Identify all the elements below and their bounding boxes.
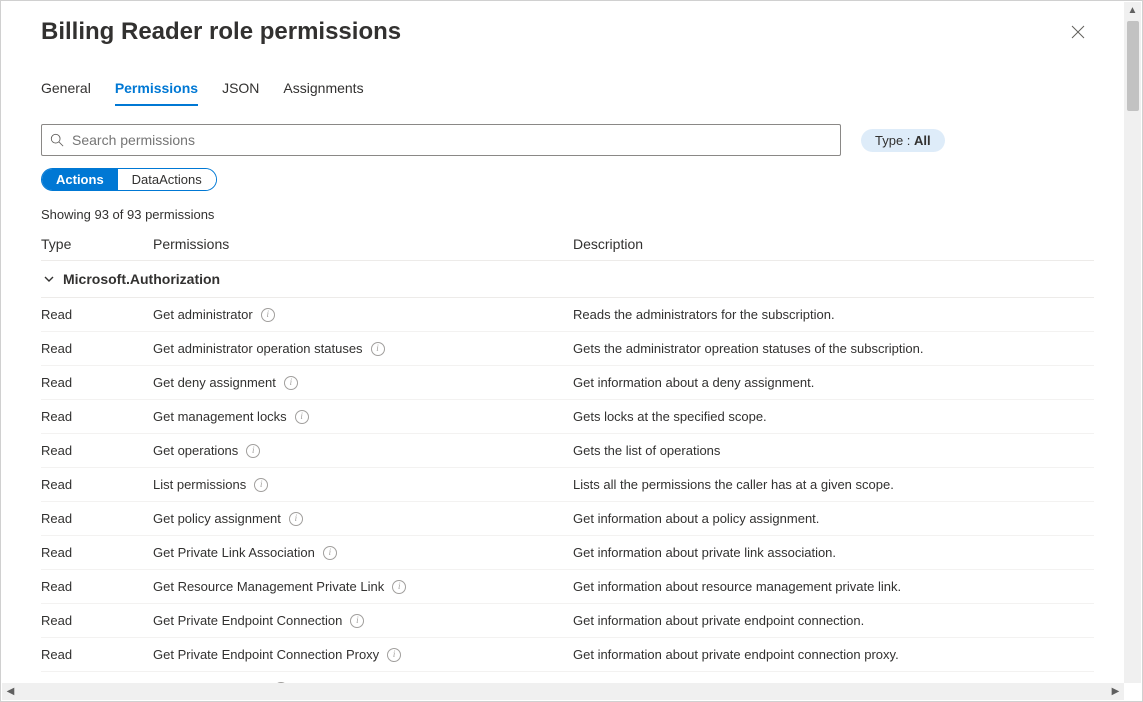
row-description: Get information about a deny assignment. <box>573 375 1094 390</box>
search-box[interactable] <box>41 124 841 156</box>
tab-json[interactable]: JSON <box>222 74 259 106</box>
row-description: Get information about a policy assignmen… <box>573 511 1094 526</box>
row-description: Get information about private endpoint c… <box>573 613 1094 628</box>
row-type: Read <box>41 307 153 322</box>
chevron-down-icon <box>43 273 55 285</box>
table-row[interactable]: ReadGet policy definitioniGet informatio… <box>41 672 1094 683</box>
info-icon[interactable]: i <box>289 512 303 526</box>
row-permission: List permissions <box>153 477 246 492</box>
table-header: Type Permissions Description <box>41 230 1094 261</box>
type-filter-label: Type : <box>875 133 914 148</box>
search-icon <box>50 133 64 147</box>
row-permission: Get management locks <box>153 409 287 424</box>
info-icon[interactable]: i <box>284 376 298 390</box>
row-permission: Get Private Endpoint Connection Proxy <box>153 647 379 662</box>
row-type: Read <box>41 613 153 628</box>
scroll-thumb[interactable] <box>1127 21 1139 111</box>
group-row[interactable]: Microsoft.Authorization <box>41 261 1094 298</box>
table-row[interactable]: ReadGet deny assignment i Get information … <box>41 366 1094 400</box>
row-type: Read <box>41 341 153 356</box>
group-name: Microsoft.Authorization <box>63 271 220 287</box>
scroll-left-icon[interactable]: ◀ <box>2 683 19 700</box>
row-description: Lists all the permissions the caller has… <box>573 477 1094 492</box>
row-description: Gets locks at the specified scope. <box>573 409 1094 424</box>
table-row[interactable]: ReadGet Private Endpoint Connection i Get … <box>41 604 1094 638</box>
tab-general[interactable]: General <box>41 74 91 106</box>
row-type: Read <box>41 375 153 390</box>
row-type: Read <box>41 443 153 458</box>
table-row[interactable]: ReadGet administrator i Reads the administ… <box>41 298 1094 332</box>
table-row[interactable]: ReadGet Private Endpoint Connection Prox… <box>41 638 1094 672</box>
type-filter-value: All <box>914 133 931 148</box>
row-type: Read <box>41 511 153 526</box>
main-panel: Billing Reader role permissions General … <box>11 2 1124 683</box>
info-icon[interactable]: i <box>392 580 406 594</box>
row-type: Read <box>41 477 153 492</box>
table-row[interactable]: ReadGet management locks i Gets locks at t… <box>41 400 1094 434</box>
horizontal-scrollbar[interactable]: ◀ ▶ <box>2 683 1124 700</box>
vertical-scrollbar[interactable]: ▲ <box>1124 2 1141 683</box>
toggle-actions[interactable]: Actions <box>42 169 118 190</box>
row-description: Get information about resource managemen… <box>573 579 1094 594</box>
tabs: General Permissions JSON Assignments <box>41 74 1094 106</box>
table-row[interactable]: ReadGet policy assignment i Get informatio… <box>41 502 1094 536</box>
row-permission: Get Private Link Association <box>153 545 315 560</box>
row-permission: Get policy assignment <box>153 511 281 526</box>
info-icon[interactable]: i <box>254 478 268 492</box>
info-icon[interactable]: i <box>323 546 337 560</box>
table-row[interactable]: ReadGet Resource Management Private Link… <box>41 570 1094 604</box>
page-title: Billing Reader role permissions <box>41 18 1094 46</box>
row-permission: Get administrator <box>153 307 253 322</box>
table-row[interactable]: ReadGet operations i Gets the list of oper… <box>41 434 1094 468</box>
type-filter[interactable]: Type : All <box>861 129 945 152</box>
tab-assignments[interactable]: Assignments <box>283 74 363 106</box>
info-icon[interactable]: i <box>261 308 275 322</box>
row-permission: Get operations <box>153 443 238 458</box>
row-permission: Get deny assignment <box>153 375 276 390</box>
row-description: Reads the administrators for the subscri… <box>573 307 1094 322</box>
scroll-up-icon[interactable]: ▲ <box>1124 2 1141 19</box>
info-icon[interactable]: i <box>246 444 260 458</box>
col-description[interactable]: Description <box>573 236 1094 252</box>
row-type: Read <box>41 579 153 594</box>
row-permission: Get Resource Management Private Link <box>153 579 384 594</box>
row-description: Get information about private endpoint c… <box>573 647 1094 662</box>
row-description: Get information about private link assoc… <box>573 545 1094 560</box>
col-type[interactable]: Type <box>41 236 153 252</box>
row-permission: Get administrator operation statuses <box>153 341 363 356</box>
close-button[interactable] <box>1068 22 1088 42</box>
info-icon[interactable]: i <box>350 614 364 628</box>
table-row[interactable]: ReadGet Private Link Association i Get inf… <box>41 536 1094 570</box>
close-icon <box>1071 25 1085 39</box>
col-permissions[interactable]: Permissions <box>153 236 573 252</box>
info-icon[interactable]: i <box>371 342 385 356</box>
row-description: Gets the list of operations <box>573 443 1094 458</box>
search-input[interactable] <box>64 132 832 148</box>
tab-permissions[interactable]: Permissions <box>115 74 198 106</box>
table-row[interactable]: ReadGet administrator operation statuses… <box>41 332 1094 366</box>
row-type: Read <box>41 545 153 560</box>
row-type: Read <box>41 409 153 424</box>
row-permission: Get Private Endpoint Connection <box>153 613 342 628</box>
results-count: Showing 93 of 93 permissions <box>41 207 1094 222</box>
table-row[interactable]: ReadList permissions i Lists all the permi… <box>41 468 1094 502</box>
row-description: Gets the administrator opreation statuse… <box>573 341 1094 356</box>
info-icon[interactable]: i <box>387 648 401 662</box>
info-icon[interactable]: i <box>295 410 309 424</box>
row-type: Read <box>41 647 153 662</box>
scroll-right-icon[interactable]: ▶ <box>1107 683 1124 700</box>
toggle-dataactions[interactable]: DataActions <box>118 169 216 190</box>
action-toggle: Actions DataActions <box>41 168 217 191</box>
